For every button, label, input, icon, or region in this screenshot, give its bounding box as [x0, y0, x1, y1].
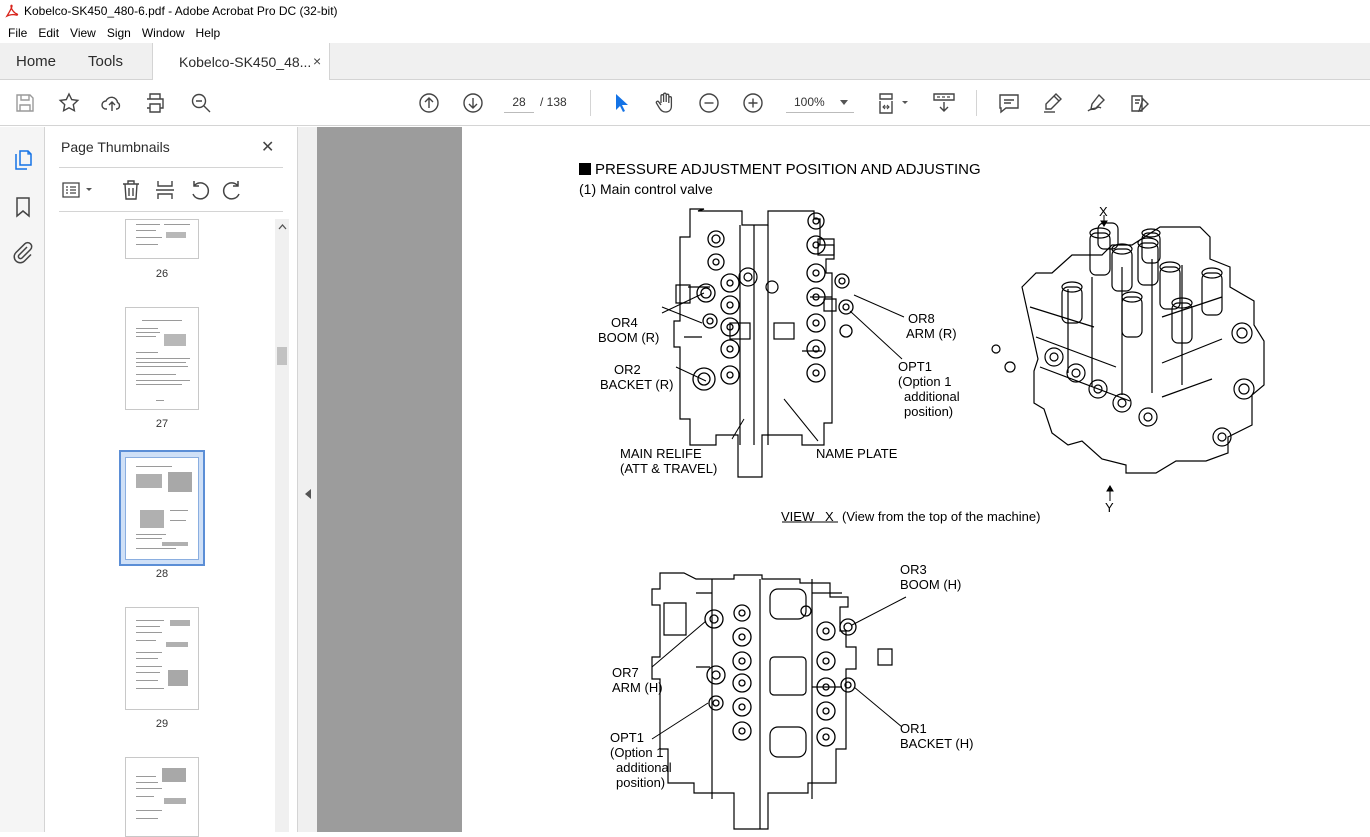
- thumbnail-page-29[interactable]: [125, 607, 199, 710]
- label-or7: OR7: [612, 665, 639, 680]
- label-y-marker: Y: [1105, 500, 1114, 515]
- select-cursor-icon[interactable]: [609, 91, 633, 115]
- toolbar-divider: [976, 90, 977, 116]
- zoom-out-icon[interactable]: [697, 91, 721, 115]
- previous-page-icon[interactable]: [417, 91, 441, 115]
- label-or1-desc: BACKET (H): [900, 736, 974, 751]
- label-view-x: VIEW X: [781, 509, 834, 524]
- page-thumbnails-icon[interactable]: [11, 148, 35, 172]
- thumbnail-label: 29: [155, 718, 169, 730]
- thumbnail-label: 27: [155, 418, 169, 430]
- window-titlebar: Kobelco-SK450_480-6.pdf - Adobe Acrobat …: [0, 0, 1370, 22]
- options-menu-icon[interactable]: [60, 178, 94, 202]
- collapse-panel-icon[interactable]: [305, 489, 311, 499]
- scroll-mode-icon[interactable]: [932, 91, 956, 115]
- label-opt1-bottom: OPT1: [610, 730, 644, 745]
- document-viewer[interactable]: PRESSURE ADJUSTMENT POSITION AND ADJUSTI…: [317, 127, 1370, 832]
- search-zoom-icon[interactable]: [189, 91, 213, 115]
- rotate-right-icon[interactable]: [221, 178, 245, 202]
- tab-tools[interactable]: Tools: [88, 53, 123, 70]
- menu-sign[interactable]: Sign: [107, 26, 131, 40]
- label-or3: OR3: [900, 562, 927, 577]
- bookmark-star-icon[interactable]: [57, 91, 81, 115]
- label-opt1-desc3: position): [904, 404, 954, 419]
- page-fit-icon[interactable]: [877, 91, 911, 115]
- page-total: / 138: [540, 95, 567, 109]
- acrobat-app-icon: [5, 4, 19, 18]
- label-or2-desc: BACKET (R): [600, 377, 674, 392]
- label-view-x-desc: (View from the top of the machine): [842, 509, 1041, 524]
- scroll-up-icon[interactable]: [278, 223, 287, 231]
- tab-home[interactable]: Home: [16, 53, 56, 70]
- rotate-left-icon[interactable]: [187, 178, 211, 202]
- extract-page-icon[interactable]: [153, 178, 177, 202]
- highlight-pen-icon[interactable]: [1041, 91, 1065, 115]
- fill-sign-icon[interactable]: [1128, 91, 1152, 115]
- menu-window[interactable]: Window: [142, 26, 185, 40]
- thumbnails-scrollbar[interactable]: [275, 219, 289, 832]
- label-opt1-bottom-desc1: (Option 1: [610, 745, 664, 760]
- panel-divider: [59, 211, 283, 212]
- label-opt1-bottom-desc2: additional: [616, 760, 672, 775]
- window-title: Kobelco-SK450_480-6.pdf - Adobe Acrobat …: [24, 4, 338, 18]
- navigation-rail: [0, 127, 45, 832]
- bookmarks-icon[interactable]: [11, 195, 35, 219]
- chevron-down-icon: [840, 100, 848, 105]
- label-or7-desc: ARM (H): [612, 680, 663, 695]
- save-icon[interactable]: [13, 91, 37, 115]
- upload-cloud-icon[interactable]: [100, 91, 124, 115]
- next-page-icon[interactable]: [461, 91, 485, 115]
- label-opt1-bottom-desc3: position): [616, 775, 666, 790]
- menu-edit[interactable]: Edit: [38, 26, 59, 40]
- label-name-plate: NAME PLATE: [816, 446, 898, 461]
- thumbnail-page-27[interactable]: [125, 307, 199, 410]
- print-icon[interactable]: [143, 91, 167, 115]
- page-number-input[interactable]: [504, 91, 534, 113]
- thumbnail-page-26[interactable]: [125, 219, 199, 259]
- label-or2: OR2: [614, 362, 641, 377]
- label-or1: OR1: [900, 721, 927, 736]
- close-icon[interactable]: ✕: [261, 137, 274, 157]
- thumbnail-label: 26: [155, 268, 169, 280]
- menu-bar: File Edit View Sign Window Help: [0, 22, 1370, 43]
- label-opt1: OPT1: [898, 359, 932, 374]
- thumbnail-page-30[interactable]: [125, 757, 199, 837]
- label-or8: OR8: [908, 311, 935, 326]
- hand-tool-icon[interactable]: [653, 91, 677, 115]
- label-opt1-desc1: (Option 1: [898, 374, 952, 389]
- tab-bar: Home Tools Kobelco-SK450_48... ×: [0, 43, 1370, 80]
- label-or8-desc: ARM (R): [906, 326, 957, 341]
- label-or4-desc: BOOM (R): [598, 330, 660, 345]
- label-or4: OR4: [611, 315, 638, 330]
- label-or3-desc: BOOM (H): [900, 577, 962, 592]
- zoom-level-value: 100%: [794, 95, 825, 109]
- menu-view[interactable]: View: [70, 26, 96, 40]
- delete-page-icon[interactable]: [119, 178, 143, 202]
- sign-icon[interactable]: [1085, 91, 1109, 115]
- label-main-relief: MAIN RELIFE: [620, 446, 702, 461]
- thumbnail-page-28[interactable]: [125, 457, 199, 560]
- scrollbar-thumb[interactable]: [277, 347, 287, 365]
- zoom-level-select[interactable]: 100%: [786, 91, 854, 113]
- label-x-marker: X: [1099, 204, 1108, 219]
- tab-document-label: Kobelco-SK450_48...: [179, 54, 312, 70]
- zoom-in-icon[interactable]: [741, 91, 765, 115]
- panel-splitter[interactable]: [297, 127, 317, 832]
- label-main-relief-desc: (ATT & TRAVEL): [620, 461, 718, 476]
- toolbar-divider: [590, 90, 591, 116]
- menu-help[interactable]: Help: [196, 26, 221, 40]
- thumbnail-label: 28: [155, 568, 169, 580]
- panel-divider: [59, 167, 283, 168]
- label-opt1-desc2: additional: [904, 389, 960, 404]
- tab-document[interactable]: Kobelco-SK450_48... ×: [152, 43, 330, 80]
- menu-file[interactable]: File: [8, 26, 27, 40]
- main-toolbar: / 138 100%: [0, 80, 1370, 126]
- attachments-icon[interactable]: [11, 240, 35, 264]
- comment-icon[interactable]: [997, 91, 1021, 115]
- page-thumbnails-panel: Page Thumbnails ✕ 26 27 28 29: [45, 127, 297, 837]
- panel-title: Page Thumbnails: [61, 139, 170, 155]
- tab-close-icon[interactable]: ×: [313, 53, 321, 69]
- pdf-page: PRESSURE ADJUSTMENT POSITION AND ADJUSTI…: [462, 127, 1370, 832]
